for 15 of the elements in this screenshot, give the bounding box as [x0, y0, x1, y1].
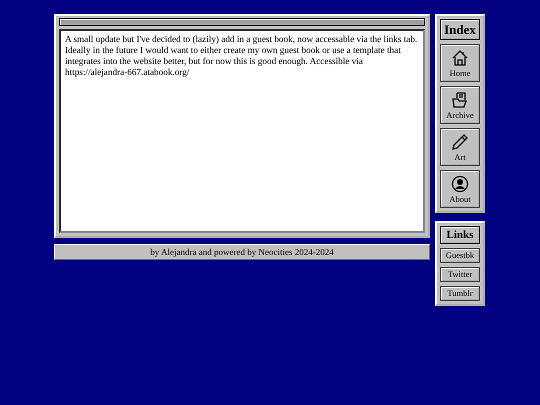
home-icon	[451, 48, 469, 66]
nav-button[interactable]: Art	[440, 128, 480, 166]
link-button[interactable]: Tumblr	[440, 286, 480, 301]
footer-text: by Alejandra and powered by Neocities 2024-2024	[54, 244, 430, 260]
nav-button[interactable]: Archive	[440, 86, 480, 124]
links-heading: Links	[440, 226, 480, 244]
post-text: A small update but I've decided to (lazily) add in a guest book, now accessable via the links tab. Ideally in the future I would want to either create my own guest book or use a template that integrates into the website better, but for now this is good enough. Accessible via https://alejandra-667.atabook.org/	[59, 29, 425, 233]
nav-button[interactable]: Home	[440, 44, 480, 82]
person-icon	[451, 174, 469, 192]
pencil-icon	[451, 132, 469, 150]
nav-button[interactable]: About	[440, 170, 480, 208]
link-button[interactable]: Guestbk	[440, 248, 480, 263]
index-heading: Index	[440, 19, 480, 40]
archive-icon	[451, 90, 469, 108]
link-button[interactable]: Twitter	[440, 267, 480, 282]
